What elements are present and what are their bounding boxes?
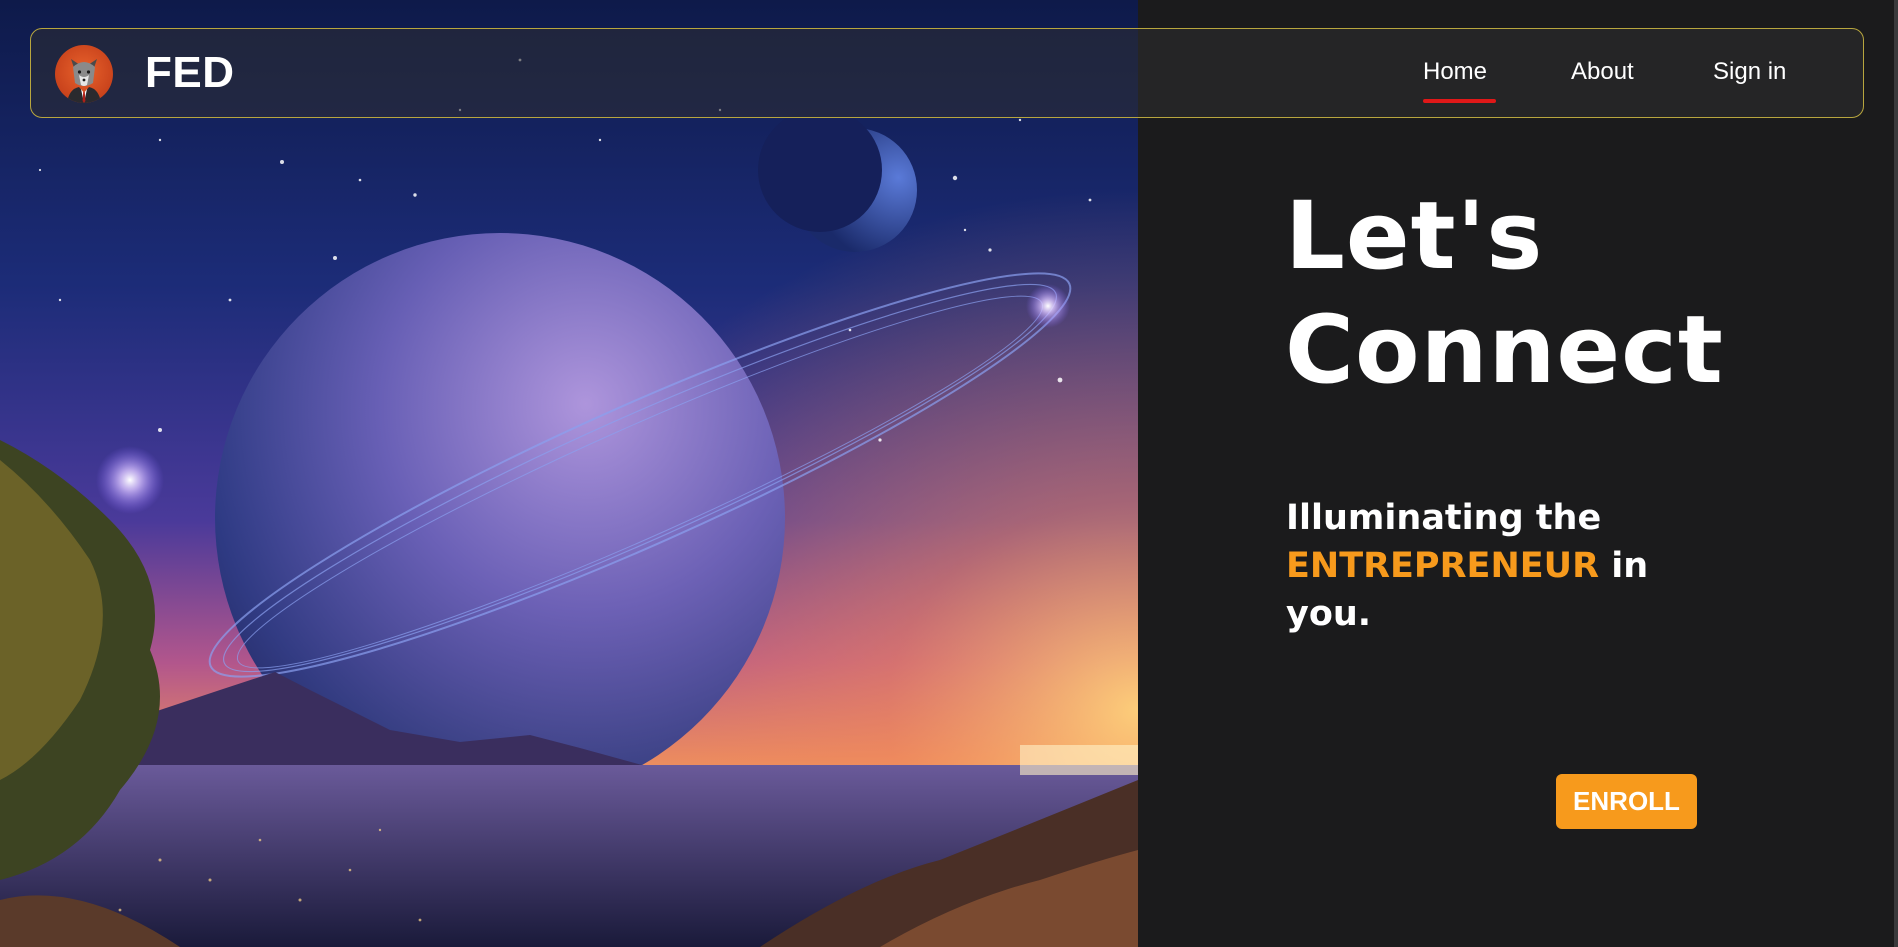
- tagline-part-1: Illuminating the: [1286, 498, 1602, 538]
- active-nav-indicator: [1423, 99, 1496, 103]
- landing-page: FED Home About Sign in Let's Connect Ill…: [0, 0, 1898, 947]
- tagline-part-2: in: [1611, 546, 1649, 586]
- wolf-avatar-icon[interactable]: [55, 45, 113, 103]
- nav-link-home[interactable]: Home: [1423, 57, 1487, 87]
- brand-name[interactable]: FED: [145, 47, 235, 99]
- tagline-part-3: you.: [1286, 594, 1372, 634]
- wolf-avatar-graphic: [67, 59, 101, 103]
- nav-link-about[interactable]: About: [1571, 57, 1634, 87]
- right-content-panel: [1138, 0, 1898, 947]
- hero-tagline: Illuminating the ENTREPRENEUR in you.: [1286, 494, 1706, 638]
- nav-link-sign-in[interactable]: Sign in: [1713, 57, 1786, 87]
- hero-illustration: [0, 0, 1138, 947]
- enroll-button[interactable]: ENROLL: [1556, 774, 1697, 829]
- planet-landscape-image: [0, 0, 1138, 947]
- tagline-accent-word: ENTREPRENEUR: [1286, 546, 1600, 586]
- headline-line-2: Connect: [1285, 296, 1724, 405]
- top-navbar: FED Home About Sign in: [30, 28, 1864, 118]
- page-scrollbar[interactable]: [1894, 0, 1898, 947]
- headline-line-1: Let's: [1285, 182, 1544, 291]
- hero-headline: Let's Connect: [1285, 180, 1724, 408]
